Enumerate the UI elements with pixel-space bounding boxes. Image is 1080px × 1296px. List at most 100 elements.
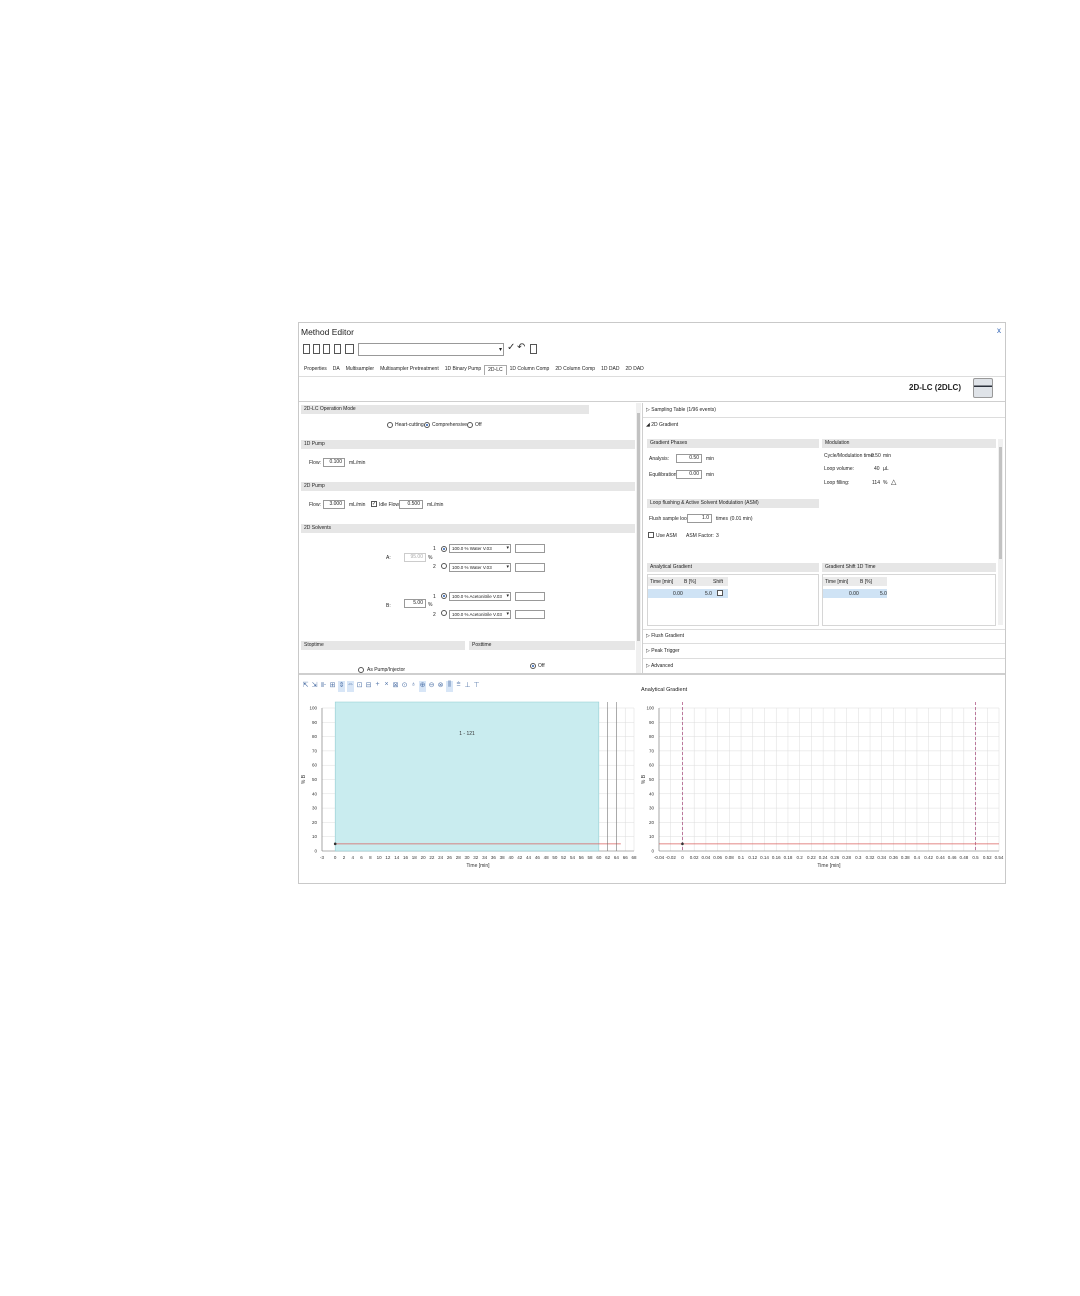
column-header: B [%] xyxy=(860,579,872,585)
y-tick-label: 30 xyxy=(312,806,318,811)
left-scrollbar[interactable] xyxy=(636,403,641,673)
solvent-a2-name[interactable] xyxy=(515,563,545,572)
tab-1d-binary-pump[interactable]: 1D Binary Pump xyxy=(442,365,484,375)
chart-tool-icon[interactable]: ⊠ xyxy=(392,681,399,692)
apply-icon[interactable]: ✓ xyxy=(507,342,515,353)
equilibration-input[interactable]: 0.00 xyxy=(676,470,702,479)
shift-checkbox[interactable] xyxy=(717,590,723,596)
radio-solvent-a1[interactable] xyxy=(441,546,447,552)
chart-tool-icon[interactable]: ⊡ xyxy=(356,681,363,692)
close-icon[interactable]: x xyxy=(997,326,1001,335)
tab-multisampler-pretreatment[interactable]: Multisampler Pretreatment xyxy=(377,365,442,375)
solvent-a1-select[interactable]: 100.0 % Water V.03 ▾ xyxy=(449,544,511,553)
method-combo[interactable]: ▾ xyxy=(358,343,504,356)
new-method-icon[interactable] xyxy=(303,344,310,354)
solvent-a-label: A: xyxy=(386,555,391,561)
panel-splitter[interactable] xyxy=(299,673,1005,675)
x-tick-label: 66 xyxy=(623,855,629,860)
x-tick-label: 30 xyxy=(465,855,471,860)
tab-2d-column-comp[interactable]: 2D Column Comp xyxy=(552,365,598,375)
chart-tool-icon[interactable]: + xyxy=(374,681,381,692)
chart-tool-icon[interactable]: ⇲ xyxy=(311,681,318,692)
solvent-b2-select[interactable]: 100.0 % Acetonitrile V.03 ▾ xyxy=(449,610,511,619)
flow-label: Flow: xyxy=(309,460,321,466)
chart-tool-icon[interactable]: ♁ xyxy=(410,681,417,692)
y-tick-label: 50 xyxy=(649,777,655,782)
y-tick-label: 10 xyxy=(312,834,318,839)
stoptime-header: Stoptime xyxy=(301,641,465,650)
solvent-b1-name[interactable] xyxy=(515,592,545,601)
tab-1d-dad[interactable]: 1D DAD xyxy=(598,365,622,375)
pump1-header: 1D Pump xyxy=(301,440,635,449)
solvent-a1-name[interactable] xyxy=(515,544,545,553)
x-tick-label: 12 xyxy=(385,855,391,860)
chart-tool-icon[interactable]: ⊪ xyxy=(320,681,327,692)
scrollbar-thumb[interactable] xyxy=(637,413,640,641)
tab-2d-lc[interactable]: 2D-LC xyxy=(484,365,507,375)
tab-properties[interactable]: Properties xyxy=(301,365,330,375)
solvent-b1-select[interactable]: 100.0 % Acetonitrile V.03 ▾ xyxy=(449,592,511,601)
x-tick-label: 24 xyxy=(438,855,444,860)
chart-tool-icon[interactable]: ⊟ xyxy=(365,681,372,692)
chart-tool-icon[interactable]: × xyxy=(383,681,390,692)
solvent-a2-select[interactable]: 100.0 % Water V.03 ▾ xyxy=(449,563,511,572)
table-row[interactable] xyxy=(648,589,728,598)
flush-gradient-expander[interactable]: ▷ Flush Gradient xyxy=(646,633,684,639)
x-tick-label: 56 xyxy=(579,855,585,860)
undo-icon[interactable]: ↶ xyxy=(517,342,525,353)
idle-flow-checkbox[interactable]: ✓ xyxy=(371,501,377,507)
tab-2d-dad[interactable]: 2D DAD xyxy=(622,365,646,375)
gradient-2d-expander[interactable]: ◢ 2D Gradient xyxy=(646,422,678,428)
table-cell[interactable]: 0.00 xyxy=(673,591,683,597)
open-method-icon[interactable] xyxy=(313,344,320,354)
save-as-icon[interactable] xyxy=(334,344,341,354)
flush-loop-input[interactable]: 1.0 xyxy=(687,514,712,523)
pump2-flow-input[interactable]: 3.000 xyxy=(323,500,345,509)
analysis-input[interactable]: 0.50 xyxy=(676,454,702,463)
radio-comprehensive[interactable] xyxy=(424,422,430,428)
chart-tool-icon[interactable]: ⊗ xyxy=(437,681,444,692)
chart-tool-icon[interactable]: ⊥ xyxy=(464,681,471,692)
chart-tool-icon[interactable]: ⊕ xyxy=(419,681,426,692)
tab-multisampler[interactable]: Multisampler xyxy=(343,365,377,375)
scrollbar-thumb[interactable] xyxy=(999,447,1002,559)
solvent-b-input[interactable]: 5.00 xyxy=(404,599,426,608)
peak-trigger-expander[interactable]: ▷ Peak Trigger xyxy=(646,648,680,654)
warning-icon: △ xyxy=(891,479,897,486)
radio-posttime-off[interactable] xyxy=(530,663,536,669)
chart-tool-icon[interactable]: ⫼ xyxy=(446,681,453,692)
chart-tool-icon[interactable]: ⊖ xyxy=(428,681,435,692)
chart-tool-icon[interactable]: ⇱ xyxy=(302,681,309,692)
table-cell[interactable]: 5.0 xyxy=(705,591,712,597)
chart-tool-icon[interactable]: ⇕ xyxy=(338,681,345,692)
x-tick-label: 64 xyxy=(614,855,620,860)
export-icon[interactable] xyxy=(530,344,537,354)
chart-tool-icon[interactable]: ⊙ xyxy=(401,681,408,692)
x-tick-label: 2 xyxy=(343,855,346,860)
radio-heart-cutting[interactable] xyxy=(387,422,393,428)
chart-tool-icon[interactable]: ⊞ xyxy=(329,681,336,692)
tab-1d-column-comp[interactable]: 1D Column Comp xyxy=(507,365,553,375)
chart-tool-icon[interactable]: ⩧ xyxy=(455,681,462,692)
x-tick-label: 0.54 xyxy=(995,855,1004,860)
x-tick-label: 16 xyxy=(403,855,409,860)
chart-tool-icon[interactable]: ⇔ xyxy=(347,681,354,692)
radio-label: Off xyxy=(538,663,545,669)
table-cell[interactable]: 0.00 xyxy=(849,591,859,597)
radio-solvent-b1[interactable] xyxy=(441,593,447,599)
radio-off[interactable] xyxy=(467,422,473,428)
radio-solvent-a2[interactable] xyxy=(441,563,447,569)
pump1-flow-input[interactable]: 0.100 xyxy=(323,458,345,467)
solvent-b2-name[interactable] xyxy=(515,610,545,619)
advanced-expander[interactable]: ▷ Advanced xyxy=(646,663,673,669)
chart-tool-icon[interactable]: ⊤ xyxy=(473,681,480,692)
print-icon[interactable] xyxy=(345,344,354,354)
save-method-icon[interactable] xyxy=(323,344,330,354)
table-cell[interactable]: 5.0 xyxy=(880,591,887,597)
radio-solvent-b2[interactable] xyxy=(441,610,447,616)
right-scrollbar[interactable] xyxy=(998,439,1003,625)
tab-da[interactable]: DA xyxy=(330,365,343,375)
use-asm-checkbox[interactable] xyxy=(648,532,654,538)
sampling-table-expander[interactable]: ▷ Sampling Table (1/96 events) xyxy=(646,407,716,413)
idle-flow-input[interactable]: 0.500 xyxy=(399,500,423,509)
